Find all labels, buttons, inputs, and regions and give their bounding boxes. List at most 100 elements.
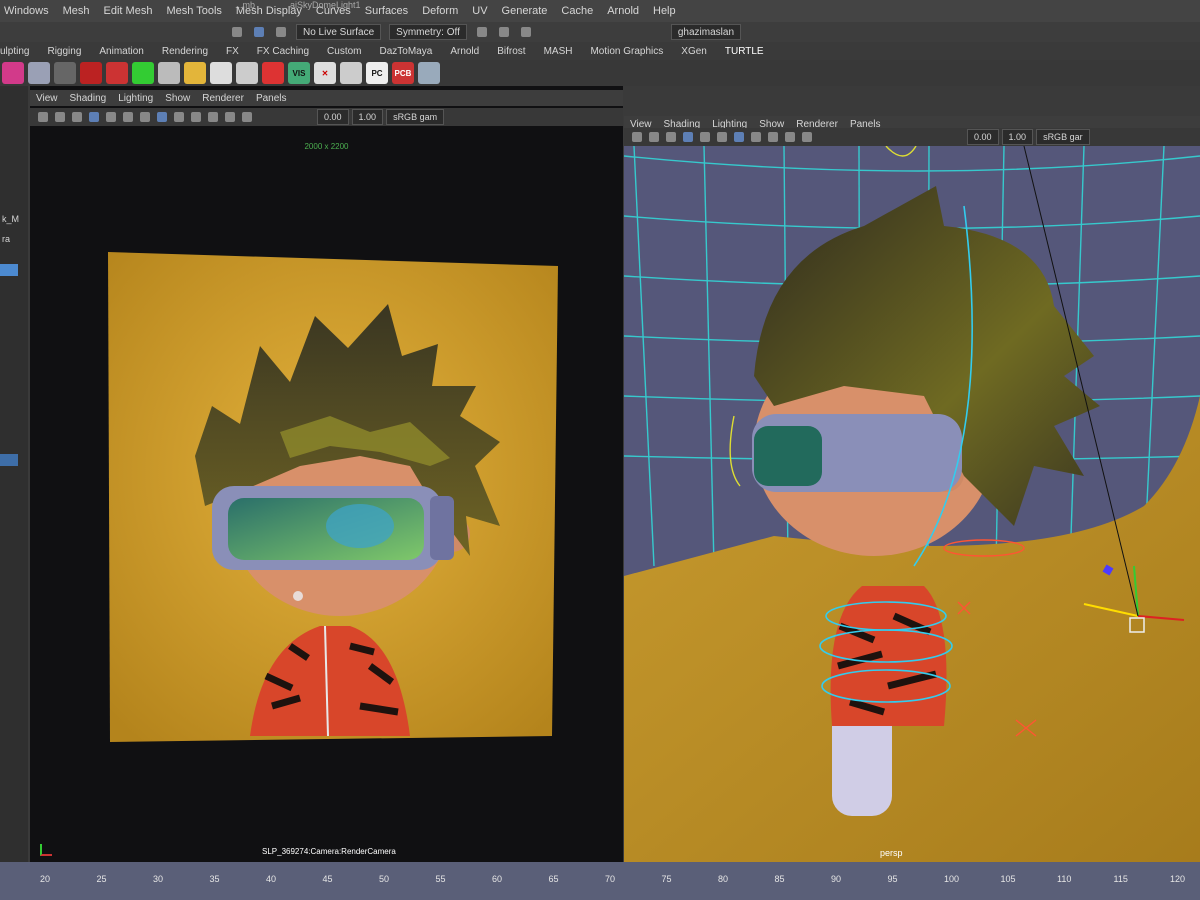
menu-windows[interactable]: Windows — [4, 5, 49, 17]
render-camera-viewport[interactable]: View Shading Lighting Show Renderer Pane… — [30, 86, 623, 862]
sphere-icon[interactable] — [54, 62, 76, 84]
select-tool-icon[interactable] — [232, 27, 242, 37]
window-title-light: aiSkyDomeLight1 — [290, 0, 361, 10]
window-title-file: ...mb — [235, 0, 256, 10]
shelf-tab-turtle[interactable]: TURTLE — [725, 46, 764, 57]
render-settings-icon[interactable] — [520, 27, 531, 37]
shelf-tab-daztomaya[interactable]: DazToMaya — [380, 46, 433, 57]
grid-toggle-icon[interactable] — [683, 132, 693, 142]
menu-deform[interactable]: Deform — [422, 5, 458, 17]
shelf-tab-motion-graphics[interactable]: Motion Graphics — [590, 46, 663, 57]
lock-icon[interactable] — [649, 132, 659, 142]
lights-icon[interactable] — [768, 132, 778, 142]
goggles-lens — [228, 498, 424, 560]
lasso-tool-icon[interactable] — [254, 27, 264, 37]
shelf-tab-custom[interactable]: Custom — [327, 46, 361, 57]
shelf-tab-sculpting[interactable]: ulpting — [0, 46, 29, 57]
shelf-tab-rigging[interactable]: Rigging — [47, 46, 81, 57]
menu-mesh[interactable]: Mesh — [63, 5, 90, 17]
timeline-tick: 70 — [605, 874, 616, 884]
spheres-icon[interactable] — [28, 62, 50, 84]
shelf-tab-xgen[interactable]: XGen — [681, 46, 707, 57]
live-surface-field[interactable]: No Live Surface — [296, 24, 382, 40]
shelf-tab-arnold[interactable]: Arnold — [450, 46, 479, 57]
shelf-tab-fx[interactable]: FX — [226, 46, 239, 57]
exposure-field[interactable]: 0.00 — [967, 129, 999, 145]
timeline-tick: 85 — [774, 874, 785, 884]
outliner-selected-row[interactable] — [0, 454, 18, 466]
skydome-icon[interactable] — [158, 62, 180, 84]
timeline-tick: 65 — [548, 874, 559, 884]
film-gate-icon[interactable] — [700, 132, 710, 142]
spot-light-icon[interactable] — [106, 62, 128, 84]
ipr-icon[interactable] — [498, 27, 509, 37]
timeline-tick: 115 — [1113, 874, 1128, 884]
shadows-icon[interactable] — [785, 132, 795, 142]
disc-icon[interactable] — [210, 62, 232, 84]
vis-label: VIS — [292, 68, 306, 78]
shelf-tab-bifrost[interactable]: Bifrost — [497, 46, 525, 57]
timeline-tick: 75 — [661, 874, 672, 884]
shelf-tab-fx-caching[interactable]: FX Caching — [257, 46, 309, 57]
timeline-tick: 80 — [718, 874, 729, 884]
render-icon[interactable] — [476, 27, 487, 37]
textured-icon[interactable] — [751, 132, 761, 142]
cube-light-icon[interactable] — [132, 62, 154, 84]
wireframe-icon[interactable] — [717, 132, 727, 142]
pcb-icon[interactable]: PCB — [392, 62, 414, 84]
shelf-tab-rendering[interactable]: Rendering — [162, 46, 208, 57]
timeline-tick: 25 — [96, 874, 107, 884]
user-account[interactable]: ghazimaslan — [670, 24, 742, 40]
menu-mesh-tools[interactable]: Mesh Tools — [166, 5, 221, 17]
timeline-tick: 30 — [153, 874, 164, 884]
hypershade-icon[interactable] — [418, 62, 440, 84]
sun-icon[interactable] — [184, 62, 206, 84]
menu-surfaces[interactable]: Surfaces — [365, 5, 408, 17]
menu-arnold[interactable]: Arnold — [607, 5, 639, 17]
paint-tool-icon[interactable] — [276, 27, 286, 37]
nose-ring — [293, 591, 303, 601]
no-entry-icon[interactable]: ✕ — [314, 62, 336, 84]
shelf-tab-animation[interactable]: Animation — [99, 46, 143, 57]
menu-bar: Windows Mesh Edit Mesh Mesh Tools Mesh D… — [0, 0, 1200, 22]
bookmark-icon[interactable] — [666, 132, 676, 142]
camera-icon[interactable] — [632, 132, 642, 142]
outliner-strip: k_M ra — [0, 86, 28, 870]
outliner-item[interactable]: k_M — [2, 214, 19, 224]
paint-icon[interactable] — [2, 62, 24, 84]
grid-icon[interactable] — [340, 62, 362, 84]
menu-generate[interactable]: Generate — [502, 5, 548, 17]
color-space-dropdown[interactable]: sRGB gar — [1036, 129, 1090, 145]
persp-viewport[interactable]: View Shading Lighting Show Renderer Pane… — [624, 116, 1200, 862]
isolate-icon[interactable] — [802, 132, 812, 142]
timeline-tick: 100 — [944, 874, 960, 884]
symmetry-dropdown[interactable]: Symmetry: Off — [389, 24, 467, 40]
time-slider[interactable]: 20 25 30 35 40 45 50 55 60 65 70 75 80 85 90 95 100 105 11… — [0, 862, 1200, 900]
render-view-icon[interactable] — [262, 62, 284, 84]
menu-help[interactable]: Help — [653, 5, 676, 17]
camera-label: SLP_369274:Camera:RenderCamera — [262, 847, 396, 856]
outliner-item[interactable]: ra — [2, 234, 10, 244]
timeline-tick: 110 — [1057, 874, 1072, 884]
gamma-field[interactable]: 1.00 — [1001, 129, 1034, 145]
status-line: No Live Surface Symmetry: Off ghazimasla… — [0, 22, 1200, 42]
menu-edit-mesh[interactable]: Edit Mesh — [104, 5, 153, 17]
render-preview — [108, 252, 558, 742]
pc-icon[interactable]: PC — [366, 62, 388, 84]
timeline-tick: 55 — [435, 874, 446, 884]
menu-cache[interactable]: Cache — [561, 5, 593, 17]
timeline-tick: 35 — [209, 874, 220, 884]
shelf-tab-mash[interactable]: MASH — [544, 46, 573, 57]
goggles-lens — [754, 426, 822, 486]
smooth-shade-icon[interactable] — [734, 132, 744, 142]
shelf-tabs: ulpting Rigging Animation Rendering FX F… — [0, 42, 1200, 60]
lens-reflection — [326, 504, 394, 548]
scene-view — [624, 146, 1200, 862]
axis-gizmo-icon — [40, 844, 52, 856]
vis-icon[interactable]: VIS — [288, 62, 310, 84]
area-light-icon[interactable] — [80, 62, 102, 84]
outliner-selected-row[interactable] — [0, 264, 18, 276]
menu-uv[interactable]: UV — [472, 5, 487, 17]
ring-icon[interactable] — [236, 62, 258, 84]
timeline-tick: 20 — [40, 874, 51, 884]
